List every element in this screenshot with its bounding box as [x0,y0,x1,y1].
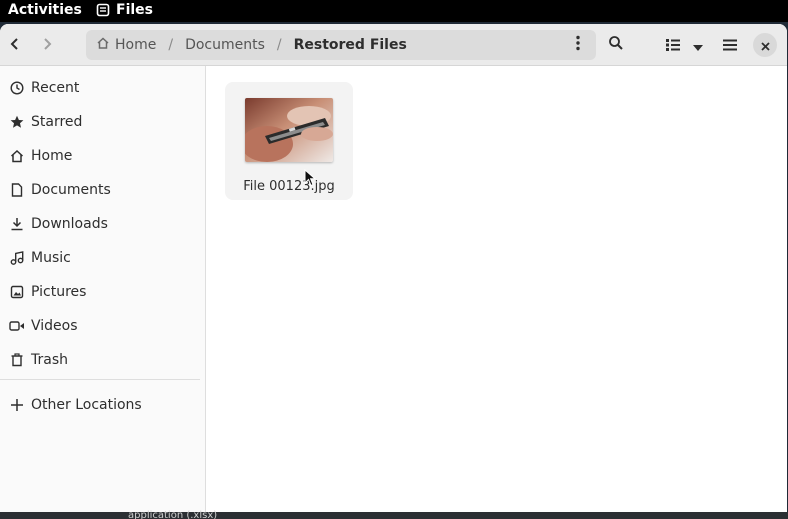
list-view-icon [666,36,680,55]
sidebar-item-pictures[interactable]: Pictures [0,275,200,309]
sidebar-item-label: Documents [31,182,111,198]
path-bar: Home / Documents / Restored Files [86,30,596,60]
back-button[interactable] [0,30,30,60]
search-icon [608,35,624,55]
path-separator: / [168,37,174,53]
file-name: File 00123.jpg [243,179,335,194]
path-separator: / [276,37,282,53]
trash-icon [9,352,25,368]
file-item[interactable]: File 00123.jpg [225,82,353,200]
gnome-top-bar: Activities Files [0,0,788,22]
view-options-button[interactable] [686,30,710,60]
sidebar-item-label: Pictures [31,284,87,300]
crumb-home[interactable]: Home [86,36,162,54]
plus-icon [9,397,25,413]
star-icon [9,114,25,130]
sidebar-item-videos[interactable]: Videos [0,309,200,343]
files-app-icon [96,3,110,17]
sidebar-item-label: Music [31,250,71,266]
sidebar-item-label: Home [31,148,73,164]
sidebar-item-label: Downloads [31,216,108,232]
activities-button[interactable]: Activities [8,2,82,18]
sidebar-item-label: Recent [31,80,80,96]
chevron-left-icon [8,36,22,55]
kebab-menu-icon [576,35,580,55]
hamburger-menu-icon [723,36,737,55]
desktop-background: application (.xlsx) [0,510,788,519]
sidebar-item-music[interactable]: Music [0,241,200,275]
main-menu-button[interactable] [715,30,745,60]
desktop-file-label: application (.xlsx) [128,510,218,519]
caret-down-icon [693,36,703,55]
forward-button[interactable] [32,30,62,60]
sidebar-item-label: Starred [31,114,83,130]
view-list-button[interactable] [658,30,688,60]
sidebar-item-label: Trash [31,352,68,368]
document-icon [9,182,25,198]
file-icon-view[interactable]: File 00123.jpg [207,66,787,517]
search-button[interactable] [601,30,631,60]
sidebar-item-documents[interactable]: Documents [0,173,200,207]
picture-icon [9,284,25,300]
sidebar-item-other-locations[interactable]: Other Locations [0,388,200,422]
sidebar-item-home[interactable]: Home [0,139,200,173]
music-icon [9,250,25,266]
home-icon [9,148,25,164]
sidebar-item-label: Videos [31,318,78,334]
header-bar: Home / Documents / Restored Files [0,24,787,66]
close-icon [760,36,770,55]
crumb-home-label: Home [115,37,157,53]
sidebar-item-starred[interactable]: Starred [0,105,200,139]
crumb-documents[interactable]: Documents [179,37,271,53]
file-thumbnail [245,98,333,162]
app-name: Files [116,2,153,18]
files-window: Home / Documents / Restored Files Recent… [0,24,787,517]
home-icon [96,36,110,54]
app-menu[interactable]: Files [96,2,153,18]
chevron-right-icon [40,36,54,55]
clock-icon [9,80,25,96]
close-button[interactable] [753,33,777,57]
sidebar-item-recent[interactable]: Recent [0,71,200,105]
mouse-pointer-icon [304,168,317,191]
sidebar-item-trash[interactable]: Trash [0,343,200,377]
sidebar-item-downloads[interactable]: Downloads [0,207,200,241]
video-icon [9,318,25,334]
crumb-restored-files[interactable]: Restored Files [288,37,413,53]
sidebar-item-label: Other Locations [31,397,142,413]
download-icon [9,216,25,232]
places-sidebar: Recent Starred Home Documents Downloads [0,66,206,517]
folder-menu-button[interactable] [566,30,590,60]
sidebar-divider [0,379,200,380]
